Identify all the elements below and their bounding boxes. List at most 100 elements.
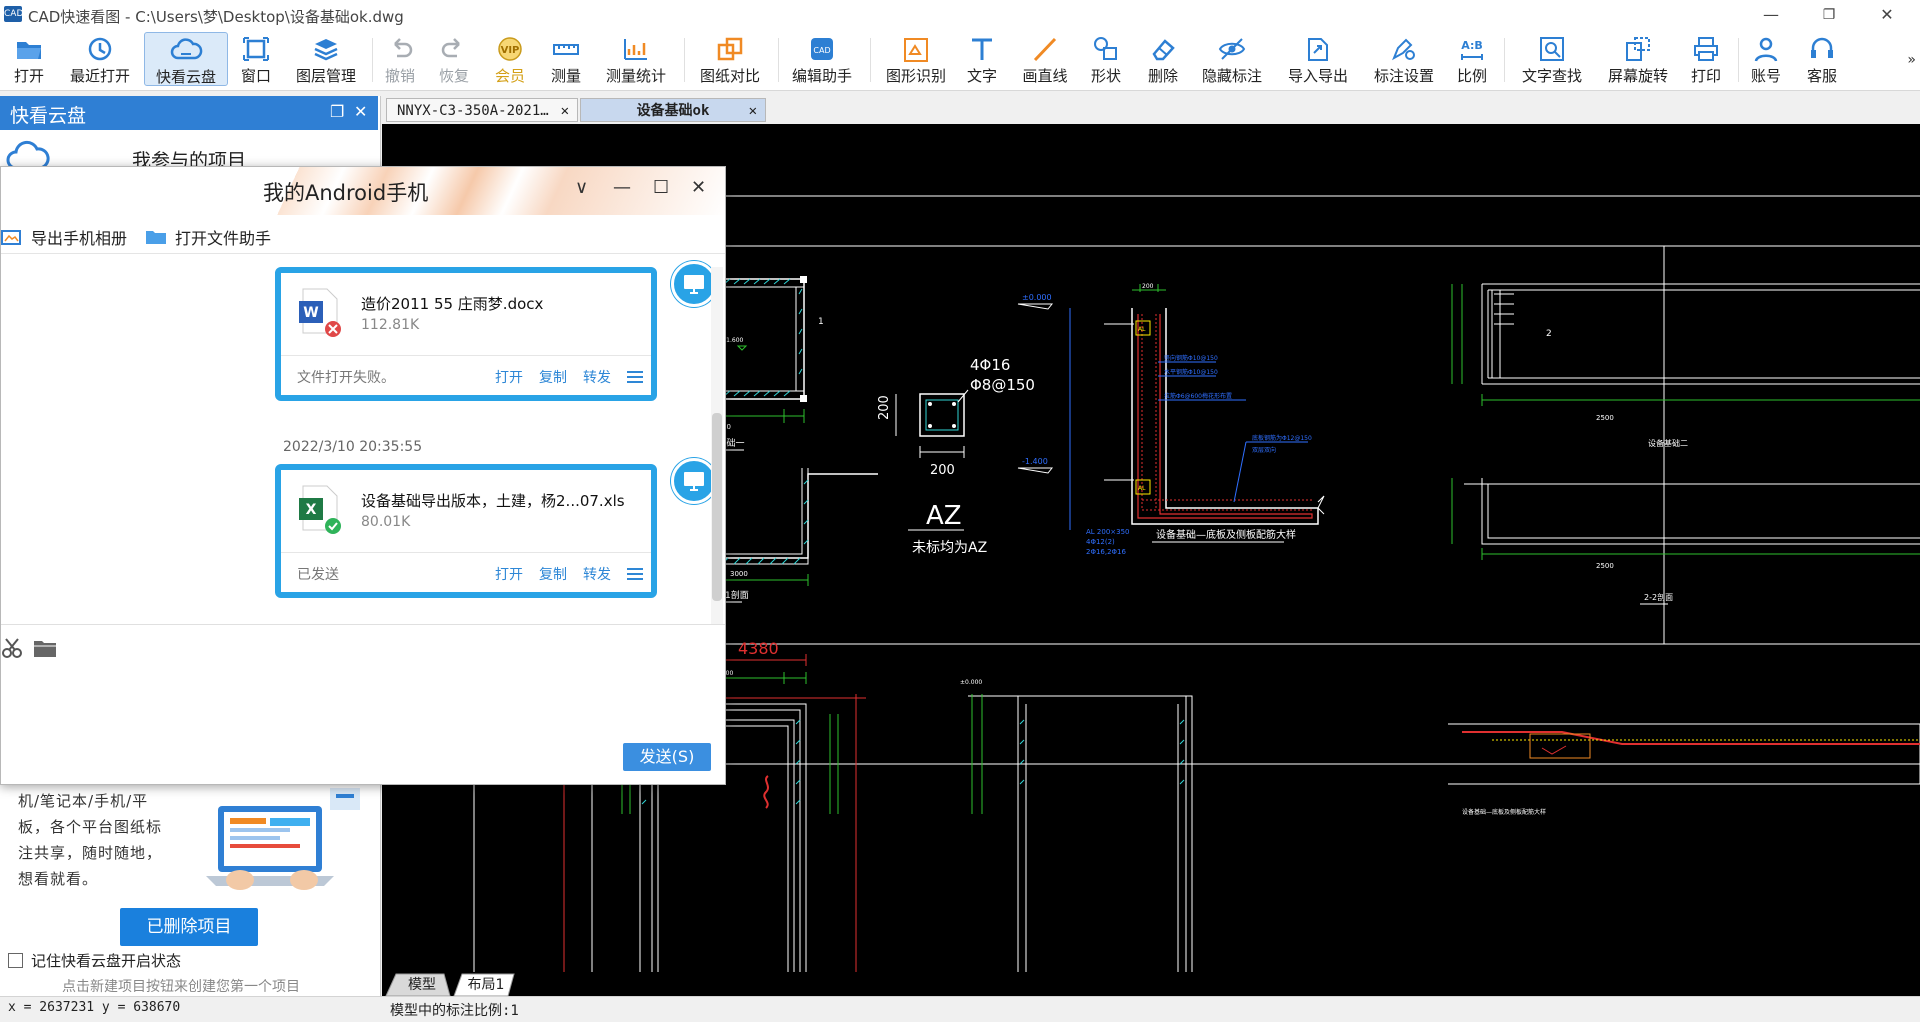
delete-button[interactable]: 删除 [1143, 32, 1183, 86]
close-button[interactable]: ✕ [1864, 2, 1910, 28]
screen-rotate-button[interactable]: 屏幕旋转 [1602, 32, 1674, 86]
forward-file-link[interactable]: 转发 [583, 564, 611, 584]
open-file-link[interactable]: 打开 [495, 564, 523, 584]
draw-line-label: 画直线 [1022, 67, 1068, 85]
undo-icon [394, 38, 413, 58]
cloud-panel-title: 快看云盘 [10, 105, 87, 127]
vip-button[interactable]: VIP 会员 [490, 32, 530, 86]
restore-button[interactable]: ❐ [1806, 2, 1852, 28]
menu-icon[interactable] [627, 371, 643, 383]
customer-service-label: 客服 [1806, 67, 1837, 85]
window-icon [243, 37, 269, 61]
recent-clock-icon [88, 37, 112, 61]
excel-file-icon: X [299, 485, 341, 534]
forward-file-link[interactable]: 转发 [583, 367, 611, 387]
cloud-drive-button[interactable]: 快看云盘 [144, 32, 228, 86]
measure-stats-button[interactable]: 测量统计 [600, 32, 672, 86]
open-button[interactable]: 打开 [6, 32, 52, 86]
vip-label: 会员 [494, 67, 525, 85]
dialog-close-button[interactable]: ✕ [691, 177, 706, 198]
doc-tab-close-button[interactable]: ✕ [749, 99, 757, 123]
account-button[interactable]: 账号 [1746, 32, 1786, 86]
panel-close-button[interactable]: ✕ [354, 102, 367, 121]
deleted-projects-button[interactable]: 已删除项目 [120, 908, 258, 946]
open-file-assistant-label: 打开文件助手 [175, 229, 272, 248]
al-tag: AL [1138, 326, 1146, 333]
doc-tab-close-button[interactable]: ✕ [561, 99, 569, 123]
file-status: 已发送 [297, 567, 339, 583]
foundation-plan-2: 2 2500 设备基础二 2500 2-2剖面 [1451, 283, 1920, 605]
photo-export-icon [1, 230, 21, 245]
open-file-assistant-button[interactable]: 打开文件助手 [145, 225, 271, 249]
shape-recognize-label: 图形识别 [885, 67, 946, 85]
shape-button[interactable]: 形状 [1086, 32, 1126, 86]
import-export-label: 导入导出 [1287, 67, 1348, 85]
shape-recognize-button[interactable]: 图形识别 [880, 32, 952, 86]
send-button[interactable]: 发送(S) [623, 743, 711, 771]
draw-line-icon [1033, 37, 1057, 62]
chat-area[interactable]: W 造价2011 55 庄雨梦.docx 112.81K 文件打开失败。 打开 … [1, 254, 711, 624]
open-file-link[interactable]: 打开 [495, 367, 523, 387]
scale-button[interactable]: A:B 比例 [1452, 32, 1492, 86]
doc-tab-nnyx[interactable]: NNYX-C3-350A-2021… ✕ [386, 98, 578, 122]
measure-button[interactable]: 测量 [546, 32, 586, 86]
rebar-note: 双层双向 [1252, 446, 1276, 454]
print-button[interactable]: 打印 [1686, 32, 1726, 86]
dim-text: 3000 [730, 570, 748, 578]
scale-label: 比例 [1456, 67, 1487, 85]
text-button[interactable]: 文字 [964, 32, 1000, 86]
open-label: 打开 [13, 67, 44, 85]
text-icon [972, 38, 992, 60]
text-search-button[interactable]: 文字查找 [1516, 32, 1588, 86]
export-photos-button[interactable]: 导出手机相册 [1, 225, 127, 249]
scale-icon: A:B [1461, 39, 1483, 60]
doc-tab-equipment-foundation[interactable]: 设备基础ok ✕ [580, 98, 766, 122]
chevron-down-icon[interactable]: ∨ [575, 177, 588, 198]
undo-button[interactable]: 撤销 [380, 32, 420, 86]
window-button[interactable]: 窗口 [236, 32, 276, 86]
edit-assistant-button[interactable]: CAD 编辑助手 [786, 32, 858, 86]
toolbar-separator [372, 38, 373, 82]
tab-model[interactable]: 模型 [396, 974, 448, 996]
document-tabs: NNYX-C3-350A-2021… ✕ 设备基础ok ✕ [382, 96, 1920, 124]
printer-icon [1694, 37, 1718, 61]
tab-layout1[interactable]: 布局1 [460, 974, 512, 996]
text-label: 文字 [966, 67, 997, 85]
menu-icon[interactable] [627, 568, 643, 580]
toolbar-more-button[interactable]: » [1907, 52, 1916, 68]
dialog-minimize-button[interactable]: — [613, 177, 631, 198]
message-input[interactable] [1, 669, 725, 745]
dialog-title: 我的Android手机 [263, 181, 429, 205]
card-divider [281, 552, 651, 553]
redo-button[interactable]: 恢复 [434, 32, 474, 86]
folder-icon[interactable] [33, 639, 57, 659]
remember-state-checkbox[interactable] [8, 953, 23, 968]
minimize-button[interactable]: — [1748, 2, 1794, 28]
customer-service-button[interactable]: 客服 [1802, 32, 1842, 86]
annotation-settings-button[interactable]: 标注设置 [1368, 32, 1440, 86]
word-file-icon: W [299, 288, 341, 337]
redo-label: 恢复 [438, 67, 469, 85]
recent-button[interactable]: 最近打开 [64, 32, 136, 86]
dialog-maximize-button[interactable]: ☐ [653, 177, 669, 198]
rebar-note: 竖向钢筋Φ10@150 [1164, 354, 1218, 362]
monitor-icon [684, 275, 704, 294]
cloud-drive-label: 快看云盘 [155, 68, 216, 86]
toolbar-separator [684, 38, 685, 82]
hide-annotation-icon [1218, 38, 1246, 60]
chat-scrollbar-thumb[interactable] [712, 413, 722, 601]
panel-restore-button[interactable]: ❐ [330, 102, 344, 121]
import-export-button[interactable]: 导入导出 [1282, 32, 1354, 86]
copy-file-link[interactable]: 复制 [539, 564, 567, 584]
computer-avatar [671, 261, 711, 307]
layer-manager-button[interactable]: 图层管理 [290, 32, 362, 86]
account-label: 账号 [1750, 67, 1781, 85]
edit-assistant-label: 编辑助手 [791, 67, 852, 85]
scissors-icon[interactable] [1, 637, 23, 659]
hide-annotation-button[interactable]: 隐藏标注 [1196, 32, 1268, 86]
compare-button[interactable]: 图纸对比 [694, 32, 766, 86]
draw-line-button[interactable]: 画直线 [1018, 32, 1072, 86]
copy-file-link[interactable]: 复制 [539, 367, 567, 387]
measure-label: 测量 [550, 67, 581, 85]
hide-annotation-label: 隐藏标注 [1201, 67, 1262, 85]
